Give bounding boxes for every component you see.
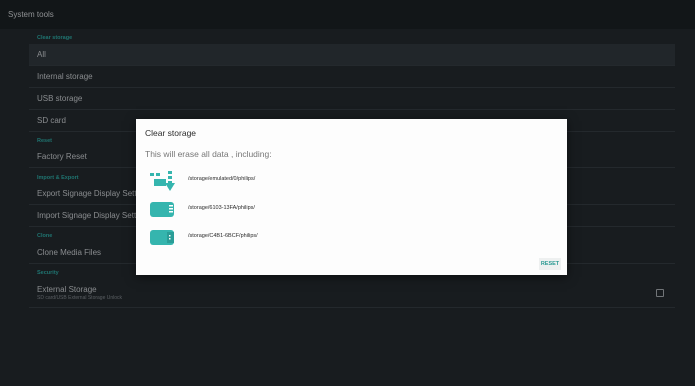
storage-path-row: /storage/C4B1-6BCF/philips/ (148, 227, 448, 249)
internal-storage-icon (150, 171, 175, 191)
storage-path-row: /storage/6103-13FA/philips/ (148, 199, 448, 221)
storage-path: /storage/6103-13FA/philips/ (188, 205, 255, 211)
dialog-title: Clear storage (145, 128, 197, 138)
reset-button[interactable]: RESET (539, 258, 561, 270)
clear-storage-dialog: Clear storage This will erase all data ,… (136, 119, 567, 275)
dialog-message: This will erase all data , including: (145, 149, 272, 159)
storage-path-row: /storage/emulated/0/philips/ (148, 170, 448, 192)
storage-path: /storage/C4B1-6BCF/philips/ (188, 233, 258, 239)
storage-path: /storage/emulated/0/philips/ (188, 176, 256, 182)
usb-storage-icon (150, 230, 174, 245)
sd-card-icon (150, 202, 174, 217)
